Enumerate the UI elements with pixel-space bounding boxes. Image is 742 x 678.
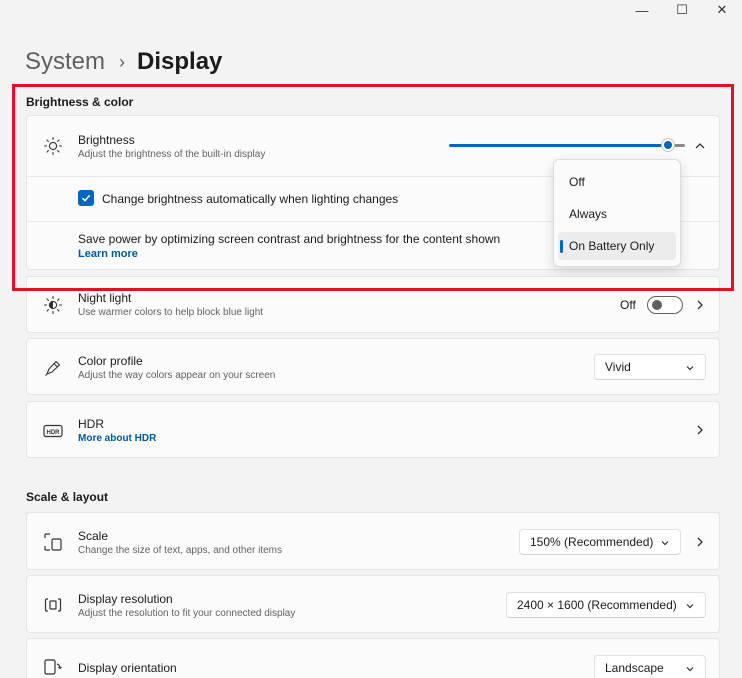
display-orientation-value: Landscape <box>605 661 664 675</box>
slider-fill <box>449 144 668 147</box>
chevron-right-icon[interactable] <box>693 535 707 549</box>
night-light-state: Off <box>620 298 636 312</box>
scale-value: 150% (Recommended) <box>530 535 654 549</box>
brightness-slider[interactable] <box>449 138 685 152</box>
orientation-icon <box>43 657 63 677</box>
night-light-subtitle: Use warmer colors to help block blue lig… <box>78 307 264 318</box>
night-light-label: Night light <box>78 291 132 305</box>
menu-item-off[interactable]: Off <box>558 168 676 196</box>
chevron-down-icon <box>660 537 670 551</box>
brightness-subtitle: Adjust the brightness of the built-in di… <box>78 149 266 160</box>
section-title-brightness-color: Brightness & color <box>26 95 134 109</box>
display-resolution-card: Display resolution Adjust the resolution… <box>26 575 720 633</box>
more-about-hdr-link[interactable]: More about HDR <box>78 433 156 444</box>
chevron-right-icon[interactable] <box>693 423 707 437</box>
display-orientation-card: Display orientation Landscape <box>26 638 720 678</box>
scale-label: Scale <box>78 529 109 543</box>
hdr-label: HDR <box>78 417 104 431</box>
window-controls: — ☐ ✕ <box>622 0 742 20</box>
color-profile-label: Color profile <box>78 354 143 368</box>
chevron-right-icon[interactable] <box>693 298 707 312</box>
maximize-button[interactable]: ☐ <box>662 0 702 20</box>
chevron-down-icon <box>685 362 695 376</box>
chevron-down-icon <box>685 600 695 614</box>
color-profile-subtitle: Adjust the way colors appear on your scr… <box>78 370 276 381</box>
display-resolution-subtitle: Adjust the resolution to fit your connec… <box>78 608 296 619</box>
section-title-scale-layout: Scale & layout <box>26 490 109 504</box>
night-light-sun-icon <box>43 295 63 315</box>
auto-brightness-label[interactable]: Change brightness automatically when lig… <box>102 192 398 206</box>
display-resolution-dropdown[interactable]: 2400 × 1600 (Recommended) <box>506 592 706 618</box>
scale-icon <box>43 532 63 552</box>
auto-brightness-checkbox[interactable] <box>78 190 94 206</box>
close-button[interactable]: ✕ <box>702 0 742 20</box>
chevron-up-icon[interactable] <box>693 139 707 153</box>
menu-item-label: Off <box>569 175 585 189</box>
resolution-icon <box>43 595 63 615</box>
scale-subtitle: Change the size of text, apps, and other… <box>78 545 283 556</box>
night-light-toggle[interactable] <box>647 296 683 314</box>
page-title: Display <box>137 48 223 75</box>
breadcrumb: System › Display <box>25 44 222 80</box>
scale-card[interactable]: Scale Change the size of text, apps, and… <box>26 512 720 570</box>
chevron-down-icon <box>685 663 695 677</box>
menu-item-label: Always <box>569 207 608 221</box>
svg-text:HDR: HDR <box>47 430 61 436</box>
display-resolution-value: 2400 × 1600 (Recommended) <box>517 598 677 612</box>
minimize-button[interactable]: — <box>622 0 662 20</box>
content-adaptive-label: Save power by optimizing screen contrast… <box>78 232 501 246</box>
hdr-card[interactable]: HDR HDR More about HDR <box>26 401 720 458</box>
learn-more-link[interactable]: Learn more <box>78 248 138 260</box>
display-resolution-label: Display resolution <box>78 592 173 606</box>
display-orientation-label: Display orientation <box>78 661 177 675</box>
scale-dropdown[interactable]: 150% (Recommended) <box>519 529 681 555</box>
slider-thumb[interactable] <box>661 138 675 152</box>
content-adaptive-popup-menu: Off Always On Battery Only <box>553 159 681 267</box>
display-orientation-dropdown[interactable]: Landscape <box>594 655 706 678</box>
brightness-label: Brightness <box>78 133 135 147</box>
color-profile-card: Color profile Adjust the way colors appe… <box>26 338 720 395</box>
selection-indicator <box>560 240 563 253</box>
color-profile-value: Vivid <box>605 360 631 374</box>
menu-item-label: On Battery Only <box>569 239 655 253</box>
hdr-icon: HDR <box>43 421 63 441</box>
breadcrumb-parent[interactable]: System <box>25 48 105 76</box>
color-profile-dropdown[interactable]: Vivid <box>594 354 706 380</box>
menu-item-always[interactable]: Always <box>558 200 676 228</box>
menu-item-on-battery-only[interactable]: On Battery Only <box>558 232 676 260</box>
pen-icon <box>43 358 63 378</box>
brightness-sun-icon <box>43 136 63 156</box>
night-light-card[interactable]: Night light Use warmer colors to help bl… <box>26 276 720 333</box>
breadcrumb-separator-icon: › <box>119 51 126 72</box>
